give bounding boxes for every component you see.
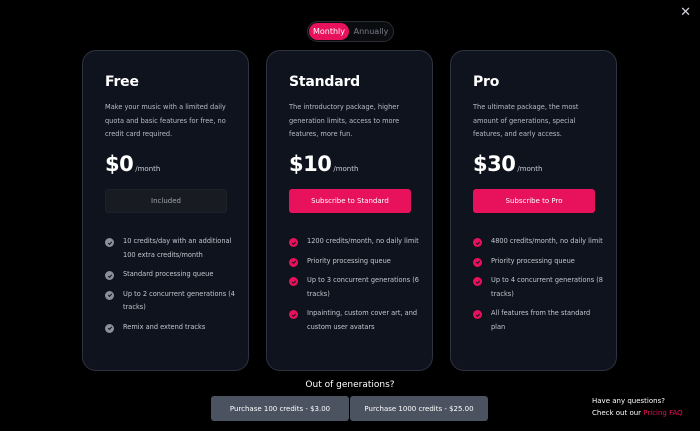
check-icon [105, 323, 114, 333]
feature-item: Up to 2 concurrent generations (4 tracks… [105, 290, 235, 317]
plan-price-row: $10 /month [289, 152, 358, 176]
check-icon [473, 238, 482, 247]
feature-item: Up to 3 concurrent generations (6 tracks… [289, 276, 419, 303]
plan-card-pro: Pro The ultimate package, the most amoun… [450, 50, 617, 371]
plan-price: $30 [473, 152, 516, 176]
feature-text: Up to 2 concurrent generations (4 tracks… [123, 289, 235, 312]
feature-item: Priority processing queue [289, 257, 419, 271]
plan-card-free: Free Make your music with a limited dail… [82, 50, 249, 371]
plan-description: The introductory package, higher generat… [289, 103, 400, 138]
plan-title: Free [105, 74, 139, 90]
feature-text: Standard processing queue [123, 270, 214, 278]
plan-price: $10 [289, 152, 332, 176]
check-icon [105, 238, 114, 247]
feature-item: Priority processing queue [473, 257, 603, 271]
feature-item: All features from the standard plan [473, 309, 603, 336]
pricing-faq-link[interactable]: Pricing FAQ [643, 409, 682, 417]
faq-line: Check out our Pricing FAQ [592, 407, 683, 419]
check-icon [289, 238, 298, 247]
plan-price-row: $0 /month [105, 152, 160, 176]
subscribe-standard-button[interactable]: Subscribe to Standard [289, 189, 411, 213]
feature-text: Inpainting, custom cover art, and custom… [307, 309, 418, 331]
included-button: Included [105, 189, 227, 213]
feature-item: 1200 credits/month, no daily limit [289, 237, 419, 251]
out-of-generations-heading: Out of generations? [305, 380, 395, 390]
feature-item: Standard processing queue [105, 270, 235, 284]
feature-list: 4800 credits/month, no daily limit Prior… [473, 237, 603, 342]
feature-item: Remix and extend tracks [105, 323, 235, 337]
check-icon [105, 271, 114, 280]
feature-text: 4800 credits/month, no daily limit [491, 237, 603, 245]
feature-text: Up to 3 concurrent generations (6 tracks… [307, 276, 419, 298]
feature-item: Up to 4 concurrent generations (8 tracks… [473, 276, 603, 303]
close-icon[interactable]: ✕ [680, 6, 691, 19]
feature-text: Priority processing queue [491, 256, 575, 265]
plan-price-row: $30 /month [473, 152, 542, 176]
check-icon [289, 257, 298, 267]
faq-note: Have any questions? Check out our Pricin… [592, 395, 683, 419]
feature-text: Up to 4 concurrent generations (8 tracks… [491, 276, 603, 298]
subscribe-pro-button[interactable]: Subscribe to Pro [473, 189, 595, 213]
plan-period: /month [135, 165, 161, 173]
toggle-monthly[interactable]: Monthly [309, 23, 349, 40]
toggle-annually[interactable]: Annually [351, 23, 391, 40]
feature-text: 10 credits/day with an additional 100 ex… [123, 237, 232, 259]
plan-period: /month [333, 165, 359, 173]
feature-list: 10 credits/day with an additional 100 ex… [105, 237, 235, 342]
billing-period-toggle[interactable]: Monthly Annually [307, 21, 394, 42]
feature-item: 4800 credits/month, no daily limit [473, 237, 603, 251]
feature-item: 10 credits/day with an additional 100 ex… [105, 237, 235, 264]
plan-period: /month [517, 165, 543, 173]
plan-price: $0 [105, 152, 134, 176]
purchase-100-credits-button[interactable]: Purchase 100 credits - $3.00 [211, 396, 349, 421]
check-icon [289, 277, 298, 286]
plan-title: Pro [473, 74, 500, 90]
plan-description: The ultimate package, the most amount of… [473, 103, 579, 138]
feature-text: All features from the standard plan [491, 309, 591, 331]
check-icon [105, 290, 114, 300]
plan-title: Standard [289, 74, 360, 90]
purchase-1000-credits-button[interactable]: Purchase 1000 credits - $25.00 [350, 396, 488, 421]
feature-list: 1200 credits/month, no daily limit Prior… [289, 237, 419, 342]
check-icon [473, 277, 482, 286]
feature-text: Priority processing queue [307, 256, 391, 265]
check-icon [473, 257, 482, 267]
plan-description: Make your music with a limited daily quo… [105, 103, 226, 138]
faq-question: Have any questions? [592, 397, 665, 405]
feature-item: Inpainting, custom cover art, and custom… [289, 309, 419, 336]
feature-text: Remix and extend tracks [123, 322, 206, 331]
faq-prefix: Check out our [592, 409, 644, 417]
plan-card-standard: Standard The introductory package, highe… [266, 50, 433, 371]
feature-text: 1200 credits/month, no daily limit [307, 237, 419, 245]
check-icon [289, 310, 298, 319]
check-icon [473, 310, 482, 319]
